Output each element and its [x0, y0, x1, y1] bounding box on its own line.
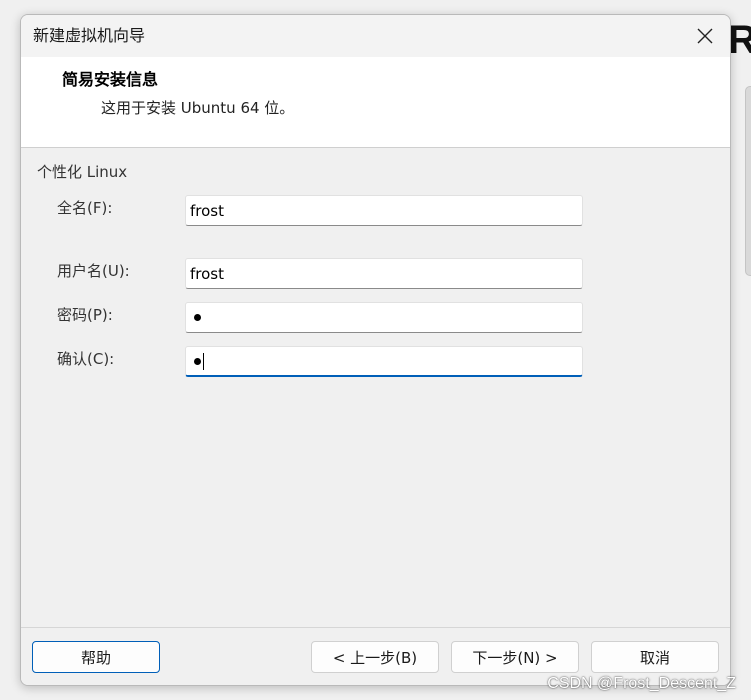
window-title: 新建虚拟机向导	[33, 26, 146, 45]
new-vm-wizard-dialog: 新建虚拟机向导 简易安装信息 这用于安装 Ubuntu 64 位。 个性化 Li…	[20, 14, 731, 686]
background-window-glyph: R	[728, 18, 751, 62]
password-input[interactable]	[185, 302, 583, 333]
text-caret	[203, 352, 204, 370]
close-button[interactable]	[688, 20, 722, 52]
full-name-value: frost	[190, 201, 224, 220]
password-mask-dot	[194, 314, 201, 321]
username-label: 用户名(U):	[57, 262, 130, 280]
personalize-linux-group-label: 个性化 Linux	[37, 163, 128, 181]
confirm-password-label: 确认(C):	[57, 350, 115, 368]
page-subtitle: 这用于安装 Ubuntu 64 位。	[101, 99, 295, 117]
background-scrollbar	[745, 86, 751, 276]
confirm-password-input[interactable]	[185, 346, 583, 377]
wizard-header: 简易安装信息 这用于安装 Ubuntu 64 位。	[21, 57, 730, 148]
page-title: 简易安装信息	[62, 70, 159, 89]
password-label: 密码(P):	[57, 306, 113, 324]
username-input[interactable]: frost	[185, 258, 583, 289]
csdn-watermark: CSDN @Frost_Descent_Z	[547, 675, 736, 692]
close-icon	[697, 28, 713, 44]
help-button[interactable]: 帮助	[32, 641, 160, 673]
username-value: frost	[190, 264, 224, 283]
confirm-mask-dot	[194, 357, 201, 365]
cancel-button[interactable]: 取消	[591, 641, 719, 673]
back-button[interactable]: < 上一步(B)	[311, 641, 439, 673]
full-name-label: 全名(F):	[57, 199, 113, 217]
title-bar: 新建虚拟机向导	[21, 15, 730, 57]
full-name-input[interactable]: frost	[185, 195, 583, 226]
next-button[interactable]: 下一步(N) >	[451, 641, 579, 673]
